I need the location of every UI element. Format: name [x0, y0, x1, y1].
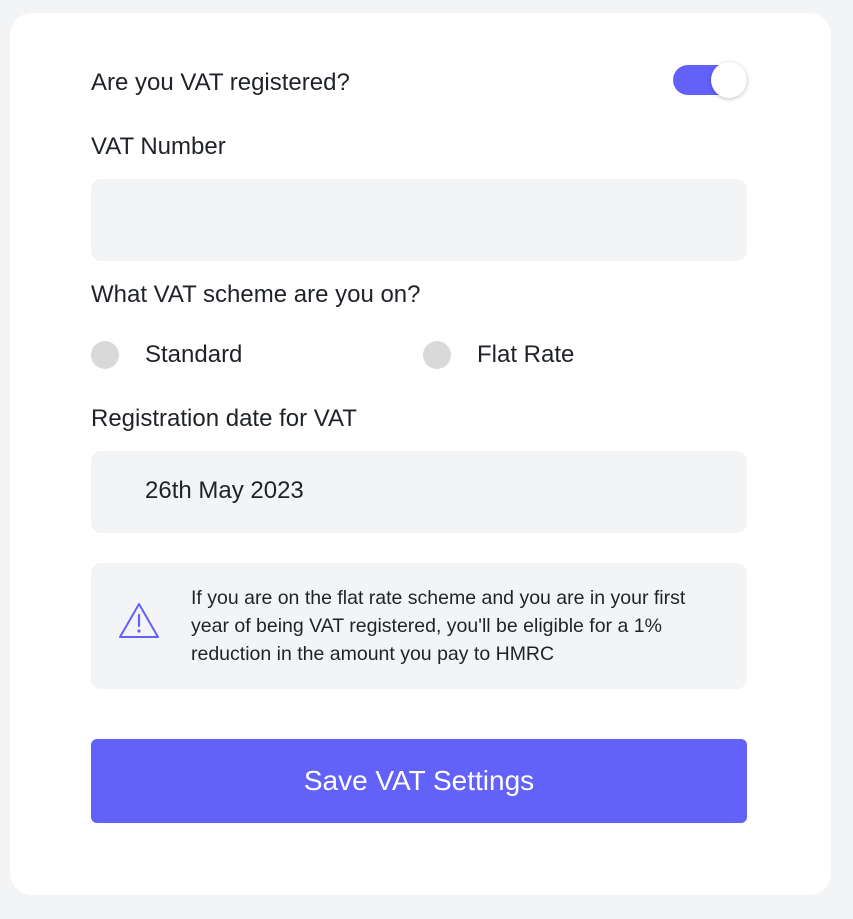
radio-circle[interactable] — [423, 341, 451, 369]
toggle-knob — [711, 62, 747, 98]
radio-circle[interactable] — [91, 341, 119, 369]
vat-number-label: VAT Number — [91, 133, 226, 160]
flat-rate-info-text: If you are on the flat rate scheme and y… — [191, 587, 686, 665]
radio-label-standard: Standard — [145, 341, 243, 368]
registration-date-label: Registration date for VAT — [91, 405, 357, 432]
vat-scheme-label: What VAT scheme are you on? — [91, 281, 421, 308]
registration-date-value: 26th May 2023 — [145, 477, 304, 504]
vat-number-input[interactable] — [91, 179, 747, 261]
radio-label-flat-rate: Flat Rate — [477, 341, 575, 368]
save-vat-settings-button[interactable]: Save VAT Settings — [91, 739, 747, 823]
vat-settings-card: Are you VAT registered? VAT Number What … — [10, 13, 831, 895]
vat-registered-toggle[interactable] — [673, 62, 747, 98]
flat-rate-info-box: If you are on the flat rate scheme and y… — [91, 563, 747, 689]
scheme-radio-flat-rate[interactable]: Flat Rate — [423, 340, 574, 370]
scheme-radio-standard[interactable]: Standard — [91, 340, 242, 370]
registration-date-field[interactable]: 26th May 2023 — [91, 451, 747, 533]
vat-registered-label: Are you VAT registered? — [91, 69, 350, 96]
vat-number-field-container — [91, 179, 747, 261]
warning-triangle-icon — [119, 603, 159, 638]
